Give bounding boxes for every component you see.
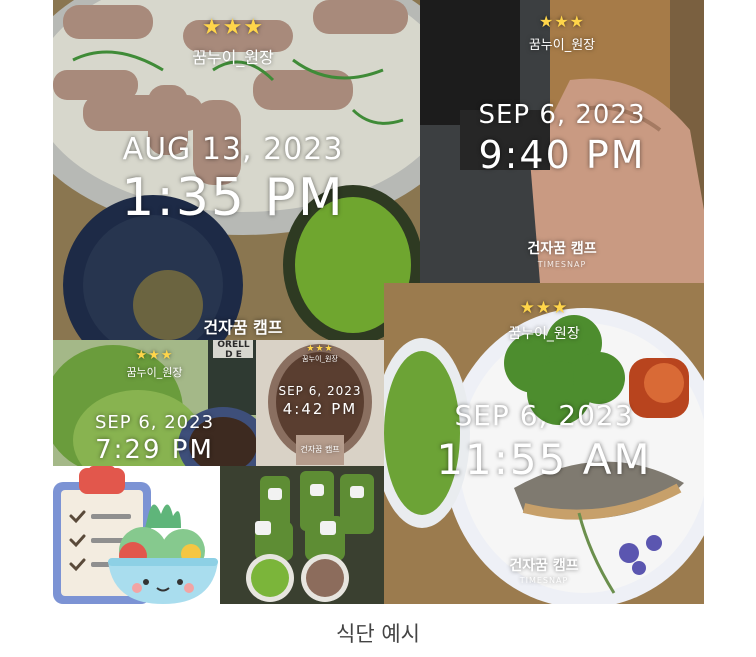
- photo4-time: 7:29 PM: [95, 435, 214, 465]
- photo1-stars: ★★★: [201, 15, 265, 40]
- photo2-brand: 건자꿈 캠프: [527, 241, 597, 257]
- photo2-brand-sub: TIMESNAP: [537, 260, 587, 269]
- photo4-user: 꿈누이_원장: [126, 366, 183, 379]
- photo-juice-bottles: [220, 466, 384, 604]
- photo5-stars: ★★★: [306, 344, 334, 354]
- photo2-date: SEP 6, 2023: [478, 100, 646, 130]
- photo1-brand: 건자꿈 캠프: [203, 318, 283, 337]
- photo4-date: SEP 6, 2023: [94, 412, 215, 433]
- photo5-date: SEP 6, 2023: [278, 384, 362, 398]
- photo-shabu-pot: ★★★ 꿈누이_원장 AUG 13, 2023 1:35 PM 건자꿈 캠프: [53, 0, 420, 340]
- juice-scene: [220, 466, 384, 604]
- photo-fish-plate: ★★★ 꿈누이_원장 SEP 6, 2023 11:55 AM 건자꿈 캠프 T…: [384, 283, 704, 604]
- photo-exercise: ★★★ 꿈누이_원장 SEP 6, 2023 9:40 PM 건자꿈 캠프 TI…: [420, 0, 704, 283]
- photo-choco-drink: ★★★ 꿈누이_원장 SEP 6, 2023 4:42 PM 건자꿈 캠프: [256, 340, 384, 466]
- photo1-user: 꿈누이_원장: [192, 48, 274, 67]
- diet-plan-icon: [53, 466, 220, 604]
- photo3-date: SEP 6, 2023: [454, 399, 634, 432]
- photo5-user: 꿈누이_원장: [302, 355, 338, 363]
- photo3-user: 꿈누이_원장: [508, 326, 580, 342]
- photo2-time: 9:40 PM: [478, 133, 646, 177]
- photo3-brand-sub: TIMESNAP: [519, 576, 569, 585]
- photo2-user: 꿈누이_원장: [528, 38, 596, 53]
- photo5-time: 4:42 PM: [282, 400, 358, 418]
- photo2-stars: ★★★: [538, 12, 586, 31]
- photo1-date: AUG 13, 2023: [122, 132, 344, 167]
- photo3-stars: ★★★: [519, 298, 569, 318]
- photo4-stars: ★★★: [135, 348, 174, 363]
- photo5-brand: 건자꿈 캠프: [300, 445, 340, 454]
- photo1-time: 1:35 PM: [121, 168, 345, 228]
- photo3-brand: 건자꿈 캠프: [509, 558, 579, 574]
- caption-diet-example: 식단 예시: [336, 622, 420, 646]
- clipboard-salad-icon: [53, 466, 218, 604]
- photo3-time: 11:55 AM: [436, 435, 652, 484]
